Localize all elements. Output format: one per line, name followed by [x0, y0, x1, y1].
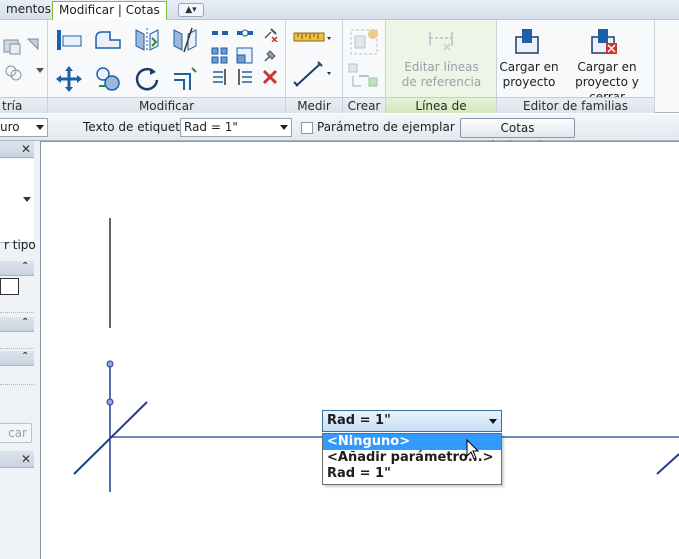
- radius-dimension-line-right[interactable]: [656, 453, 679, 475]
- family-geometry[interactable]: [41, 142, 679, 559]
- instance-param-checkbox[interactable]: [301, 122, 313, 134]
- properties-header: ✕: [0, 141, 34, 158]
- chevron-down-icon: [280, 125, 288, 130]
- grip-endpoint[interactable]: [106, 360, 114, 368]
- geometry-dropdown-icon[interactable]: [36, 68, 44, 74]
- tab-modificar-cotas[interactable]: Modificar | Cotas: [52, 1, 167, 21]
- panel-editor-familias: Cargar en proyecto Cargar en proyecto y …: [497, 20, 655, 113]
- copy-icon[interactable]: [93, 64, 123, 94]
- property-value-field[interactable]: [0, 278, 19, 295]
- ribbon-tab-bar: mentos Modificar | Cotas ▲▾: [0, 0, 679, 21]
- options-bar: uro Texto de etiqueta: Rad = 1" Parámetr…: [0, 114, 679, 153]
- label-text-value: Rad = 1": [184, 120, 238, 134]
- offset-icon[interactable]: [92, 26, 124, 54]
- load-into-project-label-1: Cargar en: [499, 60, 559, 74]
- section-header-2[interactable]: ⌃: [0, 317, 34, 332]
- unpin-icon[interactable]: [261, 26, 279, 42]
- properties-palette: ✕ r tipo ⌃ ⌃ ⌃ car ✕: [0, 141, 41, 559]
- rotate-icon[interactable]: [132, 64, 162, 94]
- pin-icon[interactable]: [261, 47, 279, 65]
- trim-extend-icon[interactable]: [170, 64, 200, 94]
- load-into-project-icon[interactable]: [513, 25, 543, 55]
- panel-label-linea-referencia: Línea de referencia: [386, 97, 496, 129]
- label-text-combo[interactable]: Rad = 1": [180, 118, 292, 137]
- edit-ref-lines-label-1: Editar líneas: [404, 60, 479, 74]
- edit-ref-lines-button: Editar líneas de referencia: [388, 60, 495, 90]
- revit-window: mentos Modificar | Cotas ▲▾ tría Modific…: [0, 0, 679, 559]
- align-icon[interactable]: [54, 26, 84, 54]
- measure-icon[interactable]: [292, 28, 332, 48]
- section-header-1[interactable]: ⌃: [0, 261, 34, 276]
- move-icon[interactable]: [54, 64, 84, 94]
- load-into-project-label-2: proyecto: [502, 75, 556, 89]
- load-and-close-label-1: Cargar en: [577, 60, 637, 74]
- chevron-down-icon: [489, 419, 497, 424]
- grip-midpoint[interactable]: [106, 398, 114, 406]
- property-row: [0, 333, 34, 349]
- type-preview[interactable]: [0, 159, 34, 243]
- property-row: [0, 297, 34, 313]
- delete-icon[interactable]: [261, 68, 279, 86]
- drawing-canvas[interactable]: [41, 141, 679, 559]
- scale-icon[interactable]: [236, 47, 254, 65]
- geometry-cut-icon[interactable]: [2, 62, 24, 82]
- panel-modificar: Modificar: [48, 20, 286, 113]
- edit-ref-lines-label-2: de referencia: [401, 75, 482, 89]
- quick-access-toggle[interactable]: ▲▾: [178, 3, 204, 17]
- panel-label-geometria: tría: [0, 97, 47, 113]
- mirror-axis-icon[interactable]: [132, 26, 162, 54]
- tab-elementos[interactable]: mentos: [0, 0, 57, 20]
- ribbon: tría Modificar Medir Crear Editar líneas…: [0, 20, 679, 129]
- geometry-join-icon[interactable]: [2, 36, 24, 56]
- collapse-icon: ⌃: [21, 351, 30, 362]
- create-group-icon[interactable]: [349, 26, 381, 56]
- panel-linea-referencia: Editar líneas de referencia Línea de ref…: [386, 20, 497, 129]
- collapse-icon: ⌃: [21, 317, 30, 328]
- panel-medir: Medir: [286, 20, 343, 113]
- load-into-project-button[interactable]: Cargar en proyecto: [497, 60, 561, 90]
- array-icon[interactable]: [211, 47, 229, 65]
- label-text-caption: Texto de etiqueta:: [83, 120, 192, 134]
- dimension-icon[interactable]: [292, 60, 332, 90]
- close-icon[interactable]: ✕: [21, 142, 31, 156]
- create-similar-icon[interactable]: [347, 62, 381, 92]
- mirror-draw-icon[interactable]: [170, 26, 200, 54]
- chevron-down-icon: [36, 125, 44, 130]
- close-icon[interactable]: ✕: [21, 452, 31, 466]
- type-selector-combo[interactable]: uro: [0, 118, 48, 137]
- geometry-small-icon[interactable]: [26, 37, 40, 51]
- edit-type-label[interactable]: r tipo: [4, 237, 36, 253]
- dimension-label-value: Rad = 1": [327, 413, 391, 428]
- mouse-cursor-icon: [466, 439, 480, 460]
- chevron-down-icon: [23, 197, 31, 202]
- apply-button[interactable]: car: [0, 423, 32, 443]
- type-selector-value: uro: [0, 120, 20, 134]
- split-gap-icon[interactable]: [236, 26, 254, 40]
- panel-label-medir: Medir: [286, 97, 342, 113]
- project-browser-header: ✕: [0, 451, 34, 468]
- instance-param-label: Parámetro de ejemplar: [317, 120, 455, 134]
- extend-multiple-icon[interactable]: [236, 68, 254, 86]
- option-rad[interactable]: Rad = 1": [323, 466, 501, 482]
- panel-geometria: tría: [0, 20, 48, 113]
- section-header-3[interactable]: ⌃: [0, 351, 34, 366]
- related-dimensions-button[interactable]: Cotas relacionadas: [460, 118, 575, 153]
- trim-multiple-icon[interactable]: [211, 68, 229, 86]
- panel-crear: Crear: [343, 20, 386, 113]
- split-icon[interactable]: [211, 26, 229, 40]
- panel-label-crear: Crear: [343, 97, 385, 113]
- panel-label-editor-familias: Editor de familias: [497, 97, 654, 113]
- collapse-icon: ⌃: [21, 261, 30, 272]
- edit-ref-lines-icon: [426, 24, 456, 56]
- property-row: [0, 368, 34, 385]
- panel-label-modificar: Modificar: [48, 97, 285, 113]
- load-and-close-icon[interactable]: [589, 25, 619, 55]
- dimension-label-select[interactable]: Rad = 1": [322, 410, 502, 432]
